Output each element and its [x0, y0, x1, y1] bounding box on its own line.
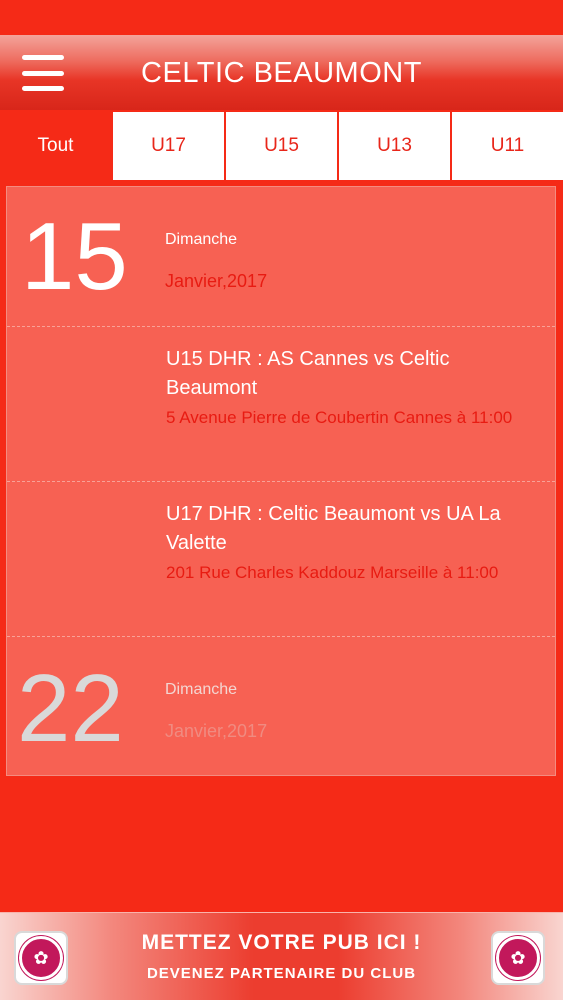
event-title: U15 DHR : AS Cannes vs Celtic Beaumont — [166, 348, 450, 399]
tab-tout[interactable]: Tout — [0, 112, 111, 180]
ad-subline: DEVENEZ PARTENAIRE DU CLUB — [146, 965, 417, 982]
tab-u13[interactable]: U13 — [337, 112, 450, 180]
category-tabs: Tout U17 U15 U13 U11 — [0, 112, 563, 180]
list-item[interactable]: U15 DHR : AS Cannes vs Celtic Beaumont 5… — [7, 327, 555, 482]
ad-headline: METTEZ VOTRE PUB ICI ! — [141, 931, 422, 954]
day-number: 22 — [17, 655, 124, 762]
list-item[interactable]: U17 DHR : Celtic Beaumont vs UA La Valet… — [7, 482, 555, 637]
event-location: 201 Rue Charles Kaddouz Marseille à 11:0… — [166, 563, 499, 582]
day-weekday: Dimanche — [165, 681, 238, 698]
status-bar — [0, 0, 563, 35]
ad-banner[interactable]: ✿ METTEZ VOTRE PUB ICI ! DEVENEZ PARTENA… — [0, 912, 563, 1000]
day-weekday: Dimanche — [165, 231, 238, 248]
day-number: 15 — [21, 203, 128, 310]
day-header: 22 Dimanche Janvier,2017 — [7, 637, 555, 775]
day-month: Janvier,2017 — [165, 721, 268, 741]
day-month: Janvier,2017 — [165, 271, 268, 291]
tab-u17[interactable]: U17 — [111, 112, 224, 180]
schedule-list[interactable]: 15 Dimanche Janvier,2017 U15 DHR : AS Ca… — [6, 186, 556, 776]
club-logo-icon: ✿ — [491, 931, 545, 985]
app-header: CELTIC BEAUMONT — [0, 35, 563, 110]
event-location: 5 Avenue Pierre de Coubertin Cannes à 11… — [166, 408, 513, 427]
page-title: CELTIC BEAUMONT — [141, 57, 422, 89]
day-header: 15 Dimanche Janvier,2017 — [7, 187, 555, 327]
tab-u15[interactable]: U15 — [224, 112, 337, 180]
event-title: U17 DHR : Celtic Beaumont vs UA La Valet… — [166, 503, 501, 554]
tab-u11[interactable]: U11 — [450, 112, 563, 180]
